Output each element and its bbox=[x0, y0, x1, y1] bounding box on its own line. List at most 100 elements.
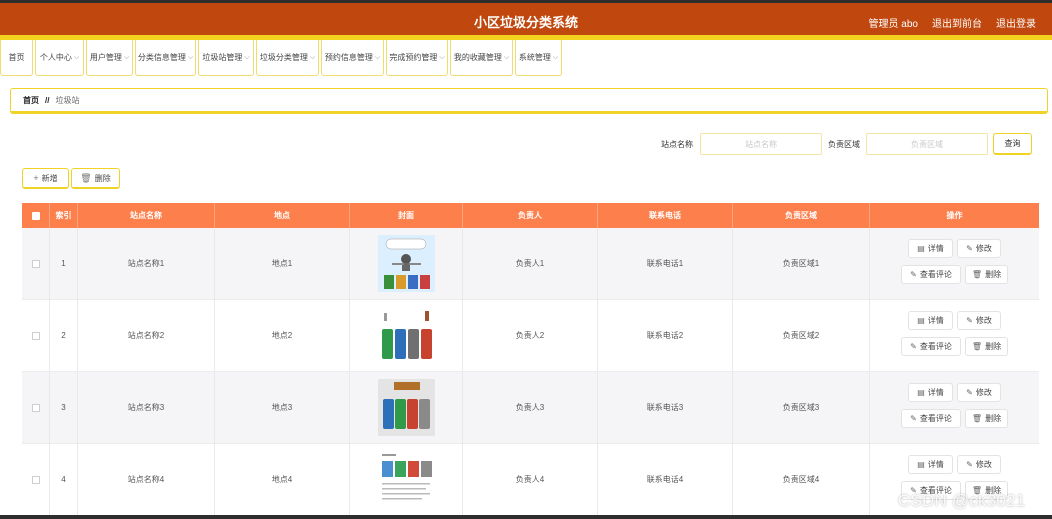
row-location: 地点1 bbox=[215, 228, 350, 299]
cover-sorting-bins-poster bbox=[377, 235, 435, 292]
station-name-input[interactable] bbox=[700, 133, 822, 155]
column-header-index: 索引 bbox=[50, 203, 78, 228]
logout-link[interactable]: 退出登录 bbox=[996, 15, 1036, 30]
row-manager: 负责人3 bbox=[463, 372, 598, 443]
row-station-name: 站点名称2 bbox=[78, 300, 215, 371]
row-station-name: 站点名称3 bbox=[78, 372, 215, 443]
menu-item-completed-appointments[interactable]: 完成预约管理 ⌵ bbox=[386, 40, 448, 76]
edit-button[interactable]: ✎ 修改 bbox=[957, 239, 1001, 258]
detail-button[interactable]: ▤ 详情 bbox=[908, 383, 953, 402]
table-header: 索引 站点名称 地点 封面 负责人 联系电话 负责区域 操作 bbox=[22, 203, 1039, 228]
row-actions: ▤ 详情 ✎ 修改 ✎ 查看评论 🗑 删除 bbox=[870, 300, 1039, 371]
row-location: 地点4 bbox=[215, 444, 350, 515]
pencil-icon: ✎ bbox=[966, 388, 973, 397]
row-area: 负责区域4 bbox=[733, 444, 870, 515]
row-phone: 联系电话2 bbox=[598, 300, 733, 371]
trash-icon: 🗑 bbox=[971, 270, 983, 279]
detail-button[interactable]: ▤ 详情 bbox=[908, 455, 953, 474]
menu-item-waste-category[interactable]: 垃圾分类管理 ⌵ bbox=[256, 40, 319, 76]
row-manager: 负责人2 bbox=[463, 300, 598, 371]
add-button[interactable]: + 新增 bbox=[22, 168, 69, 189]
chevron-down-icon: ⌵ bbox=[187, 53, 194, 61]
watermark: CSDN @ck3021 bbox=[898, 491, 1026, 510]
pencil-icon: ✎ bbox=[910, 342, 917, 351]
document-icon: ▤ bbox=[917, 244, 925, 253]
menu-item-station-management[interactable]: 垃圾站管理 ⌵ bbox=[198, 40, 254, 76]
menu-item-home[interactable]: 首页 bbox=[0, 40, 33, 76]
chevron-down-icon: ⌵ bbox=[244, 53, 250, 61]
column-header-station-name: 站点名称 bbox=[78, 203, 215, 228]
detail-button[interactable]: ▤ 详情 bbox=[908, 311, 953, 330]
row-station-name: 站点名称4 bbox=[78, 444, 215, 515]
column-header-phone: 联系电话 bbox=[598, 203, 733, 228]
row-index: 3 bbox=[50, 372, 78, 443]
area-input[interactable] bbox=[866, 133, 988, 155]
station-name-label: 站点名称 bbox=[661, 140, 693, 149]
row-location: 地点2 bbox=[215, 300, 350, 371]
detail-button[interactable]: ▤ 详情 bbox=[908, 239, 953, 258]
row-index: 4 bbox=[50, 444, 78, 515]
row-checkbox[interactable] bbox=[31, 475, 40, 484]
select-all-checkbox[interactable] bbox=[31, 211, 40, 220]
view-comments-button[interactable]: ✎ 查看评论 bbox=[901, 337, 961, 356]
menu-item-personal-center[interactable]: 个人中心 ⌵ bbox=[35, 40, 84, 76]
edit-button[interactable]: ✎ 修改 bbox=[957, 383, 1001, 402]
back-to-front-link[interactable]: 退出到前台 bbox=[932, 15, 982, 30]
query-button[interactable]: 查询 bbox=[993, 133, 1032, 155]
trash-icon: 🗑 bbox=[971, 414, 983, 423]
pencil-icon: ✎ bbox=[910, 414, 917, 423]
row-manager: 负责人4 bbox=[463, 444, 598, 515]
menu-item-user-management[interactable]: 用户管理 ⌵ bbox=[86, 40, 133, 76]
delete-button[interactable]: 🗑 删除 bbox=[965, 337, 1008, 356]
breadcrumb-current: 垃圾站 bbox=[55, 95, 80, 105]
row-index: 1 bbox=[50, 228, 78, 299]
row-checkbox[interactable] bbox=[31, 259, 40, 268]
view-comments-button[interactable]: ✎ 查看评论 bbox=[901, 265, 961, 284]
menu-item-system-management[interactable]: 系统管理 ⌵ bbox=[515, 40, 562, 76]
edit-button[interactable]: ✎ 修改 bbox=[957, 311, 1001, 330]
chevron-down-icon: ⌵ bbox=[439, 53, 445, 61]
row-station-name: 站点名称1 bbox=[78, 228, 215, 299]
bottom-border bbox=[0, 515, 1052, 519]
chevron-down-icon: ⌵ bbox=[123, 53, 130, 61]
menu-item-category-info[interactable]: 分类信息管理 ⌵ bbox=[135, 40, 196, 76]
top-header: 小区垃圾分类系统 管理员 abo 退出到前台 退出登录 bbox=[0, 0, 1052, 40]
menu-item-appointment-info[interactable]: 预约信息管理 ⌵ bbox=[321, 40, 384, 76]
chevron-down-icon: ⌵ bbox=[503, 53, 510, 61]
breadcrumb: 首页 // 垃圾站 bbox=[10, 88, 1048, 114]
row-checkbox[interactable] bbox=[31, 331, 40, 340]
delete-button[interactable]: 🗑 删除 bbox=[965, 409, 1008, 428]
view-comments-button[interactable]: ✎ 查看评论 bbox=[901, 409, 961, 428]
row-area: 负责区域2 bbox=[733, 300, 870, 371]
chevron-down-icon: ⌵ bbox=[374, 53, 381, 61]
cover-sorting-guide bbox=[377, 451, 435, 508]
batch-delete-button[interactable]: 🗑 删除 bbox=[71, 168, 120, 189]
row-location: 地点3 bbox=[215, 372, 350, 443]
pencil-icon: ✎ bbox=[910, 270, 917, 279]
cover-bins-with-sign bbox=[377, 379, 435, 436]
row-actions: ▤ 详情 ✎ 修改 ✎ 查看评论 🗑 删除 bbox=[870, 372, 1039, 443]
delete-button[interactable]: 🗑 删除 bbox=[965, 265, 1008, 284]
document-icon: ▤ bbox=[917, 460, 925, 469]
plus-icon: + bbox=[33, 173, 39, 183]
pencil-icon: ✎ bbox=[966, 460, 973, 469]
chevron-down-icon: ⌵ bbox=[552, 53, 559, 61]
document-icon: ▤ bbox=[917, 316, 925, 325]
column-header-actions: 操作 bbox=[946, 211, 963, 220]
row-area: 负责区域1 bbox=[733, 228, 870, 299]
row-checkbox[interactable] bbox=[31, 403, 40, 412]
row-area: 负责区域3 bbox=[733, 372, 870, 443]
breadcrumb-home[interactable]: 首页 bbox=[23, 95, 39, 106]
row-phone: 联系电话3 bbox=[598, 372, 733, 443]
edit-button[interactable]: ✎ 修改 bbox=[957, 455, 1001, 474]
row-actions: ▤ 详情 ✎ 修改 ✎ 查看评论 🗑 删除 bbox=[870, 228, 1039, 299]
pencil-icon: ✎ bbox=[966, 316, 973, 325]
column-header-area: 负责区域 bbox=[733, 203, 870, 228]
column-header-manager: 负责人 bbox=[463, 203, 598, 228]
select-all-header bbox=[22, 203, 50, 228]
document-icon: ▤ bbox=[917, 388, 925, 397]
table-row: 2 站点名称2 地点2 负责人2 联系电话2 负责区域2 ▤ 详情 ✎ 修改 ✎ 查看… bbox=[22, 300, 1039, 372]
menu-item-favorites[interactable]: 我的收藏管理 ⌵ bbox=[450, 40, 513, 76]
row-index: 2 bbox=[50, 300, 78, 371]
admin-user-label: 管理员 abo bbox=[868, 19, 918, 30]
